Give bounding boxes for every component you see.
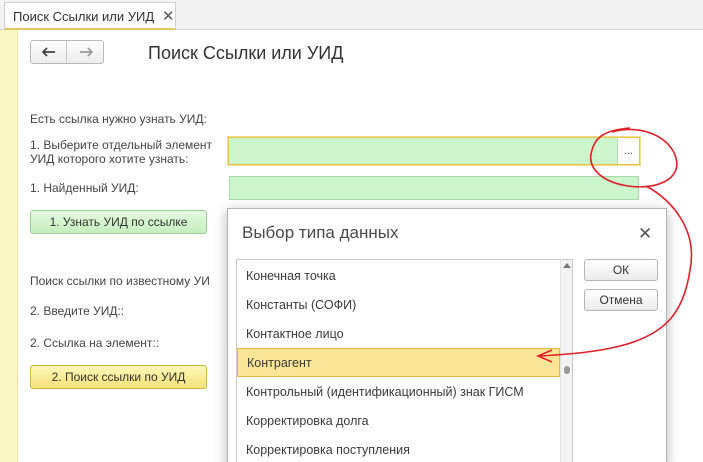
list-scrollbar[interactable] — [560, 260, 572, 462]
data-type-list: Конечная точка Константы (СОФИ) Контактн… — [236, 259, 573, 462]
page-title: Поиск Ссылки или УИД — [148, 43, 344, 63]
ref-to-element-label: 2. Ссылка на элемент:: — [30, 336, 160, 350]
select-element-input[interactable]: ... — [228, 137, 640, 165]
select-element-label-line2: УИД которого хотите узнать: — [30, 152, 189, 166]
list-item[interactable]: Контрольный (идентификационный) знак ГИС… — [237, 377, 560, 406]
tab-search-ref-uid[interactable]: Поиск Ссылки или УИД ✕ — [4, 2, 176, 30]
ellipsis-icon: ... — [623, 145, 634, 157]
cancel-button[interactable]: Отмена — [584, 289, 658, 311]
list-item[interactable]: Константы (СОФИ) — [237, 290, 560, 319]
close-icon[interactable]: ✕ — [638, 224, 652, 244]
tab-bar: Поиск Ссылки или УИД ✕ — [0, 0, 703, 30]
section2-heading: Поиск ссылки по известному УИ — [30, 274, 210, 288]
back-button[interactable] — [31, 41, 67, 63]
close-icon[interactable]: ✕ — [162, 7, 175, 25]
tab-active-indicator — [5, 28, 175, 30]
section1-heading: Есть ссылка нужно узнать УИД: — [30, 112, 207, 126]
select-element-pick-button[interactable]: ... — [617, 138, 639, 164]
navigation-buttons — [30, 40, 104, 64]
scroll-up-arrow-icon[interactable] — [563, 263, 571, 268]
found-uid-label: 1. Найденный УИД: — [30, 181, 139, 195]
find-ref-by-uid-button[interactable]: 2. Поиск ссылки по УИД — [30, 365, 207, 389]
ok-button[interactable]: ОК — [584, 259, 658, 281]
forward-button[interactable] — [68, 41, 104, 63]
select-element-label-line1: 1. Выберите отдельный элемент — [30, 138, 213, 152]
get-uid-by-ref-button[interactable]: 1. Узнать УИД по ссылке — [30, 210, 207, 234]
list-item-selected[interactable]: Контрагент — [237, 348, 560, 377]
left-panel-strip — [0, 0, 18, 462]
found-uid-input[interactable] — [229, 176, 639, 200]
list-item[interactable]: Корректировка поступления — [237, 435, 560, 462]
enter-uid-label: 2. Введите УИД:: — [30, 304, 125, 318]
scroll-thumb[interactable] — [564, 366, 570, 374]
dialog-title: Выбор типа данных — [242, 223, 399, 242]
arrow-left-icon — [41, 47, 55, 57]
data-type-selection-dialog: Выбор типа данных ✕ Конечная точка Конст… — [227, 208, 667, 462]
list-item[interactable]: Корректировка долга — [237, 406, 560, 435]
arrow-right-icon — [80, 47, 93, 57]
list-item[interactable]: Конечная точка — [237, 261, 560, 290]
tab-label: Поиск Ссылки или УИД — [13, 9, 155, 24]
list-item[interactable]: Контактное лицо — [237, 319, 560, 348]
